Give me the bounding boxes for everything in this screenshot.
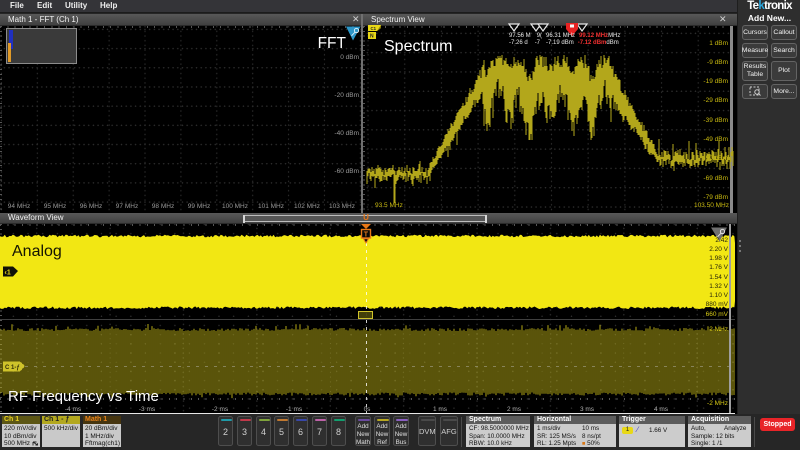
- svg-text:C 1-ƒ: C 1-ƒ: [5, 365, 20, 371]
- svg-text:T: T: [364, 232, 369, 239]
- svg-text:‹1: ‹1: [5, 269, 11, 276]
- svg-text:C1: C1: [371, 26, 377, 31]
- svg-text:N: N: [370, 34, 374, 40]
